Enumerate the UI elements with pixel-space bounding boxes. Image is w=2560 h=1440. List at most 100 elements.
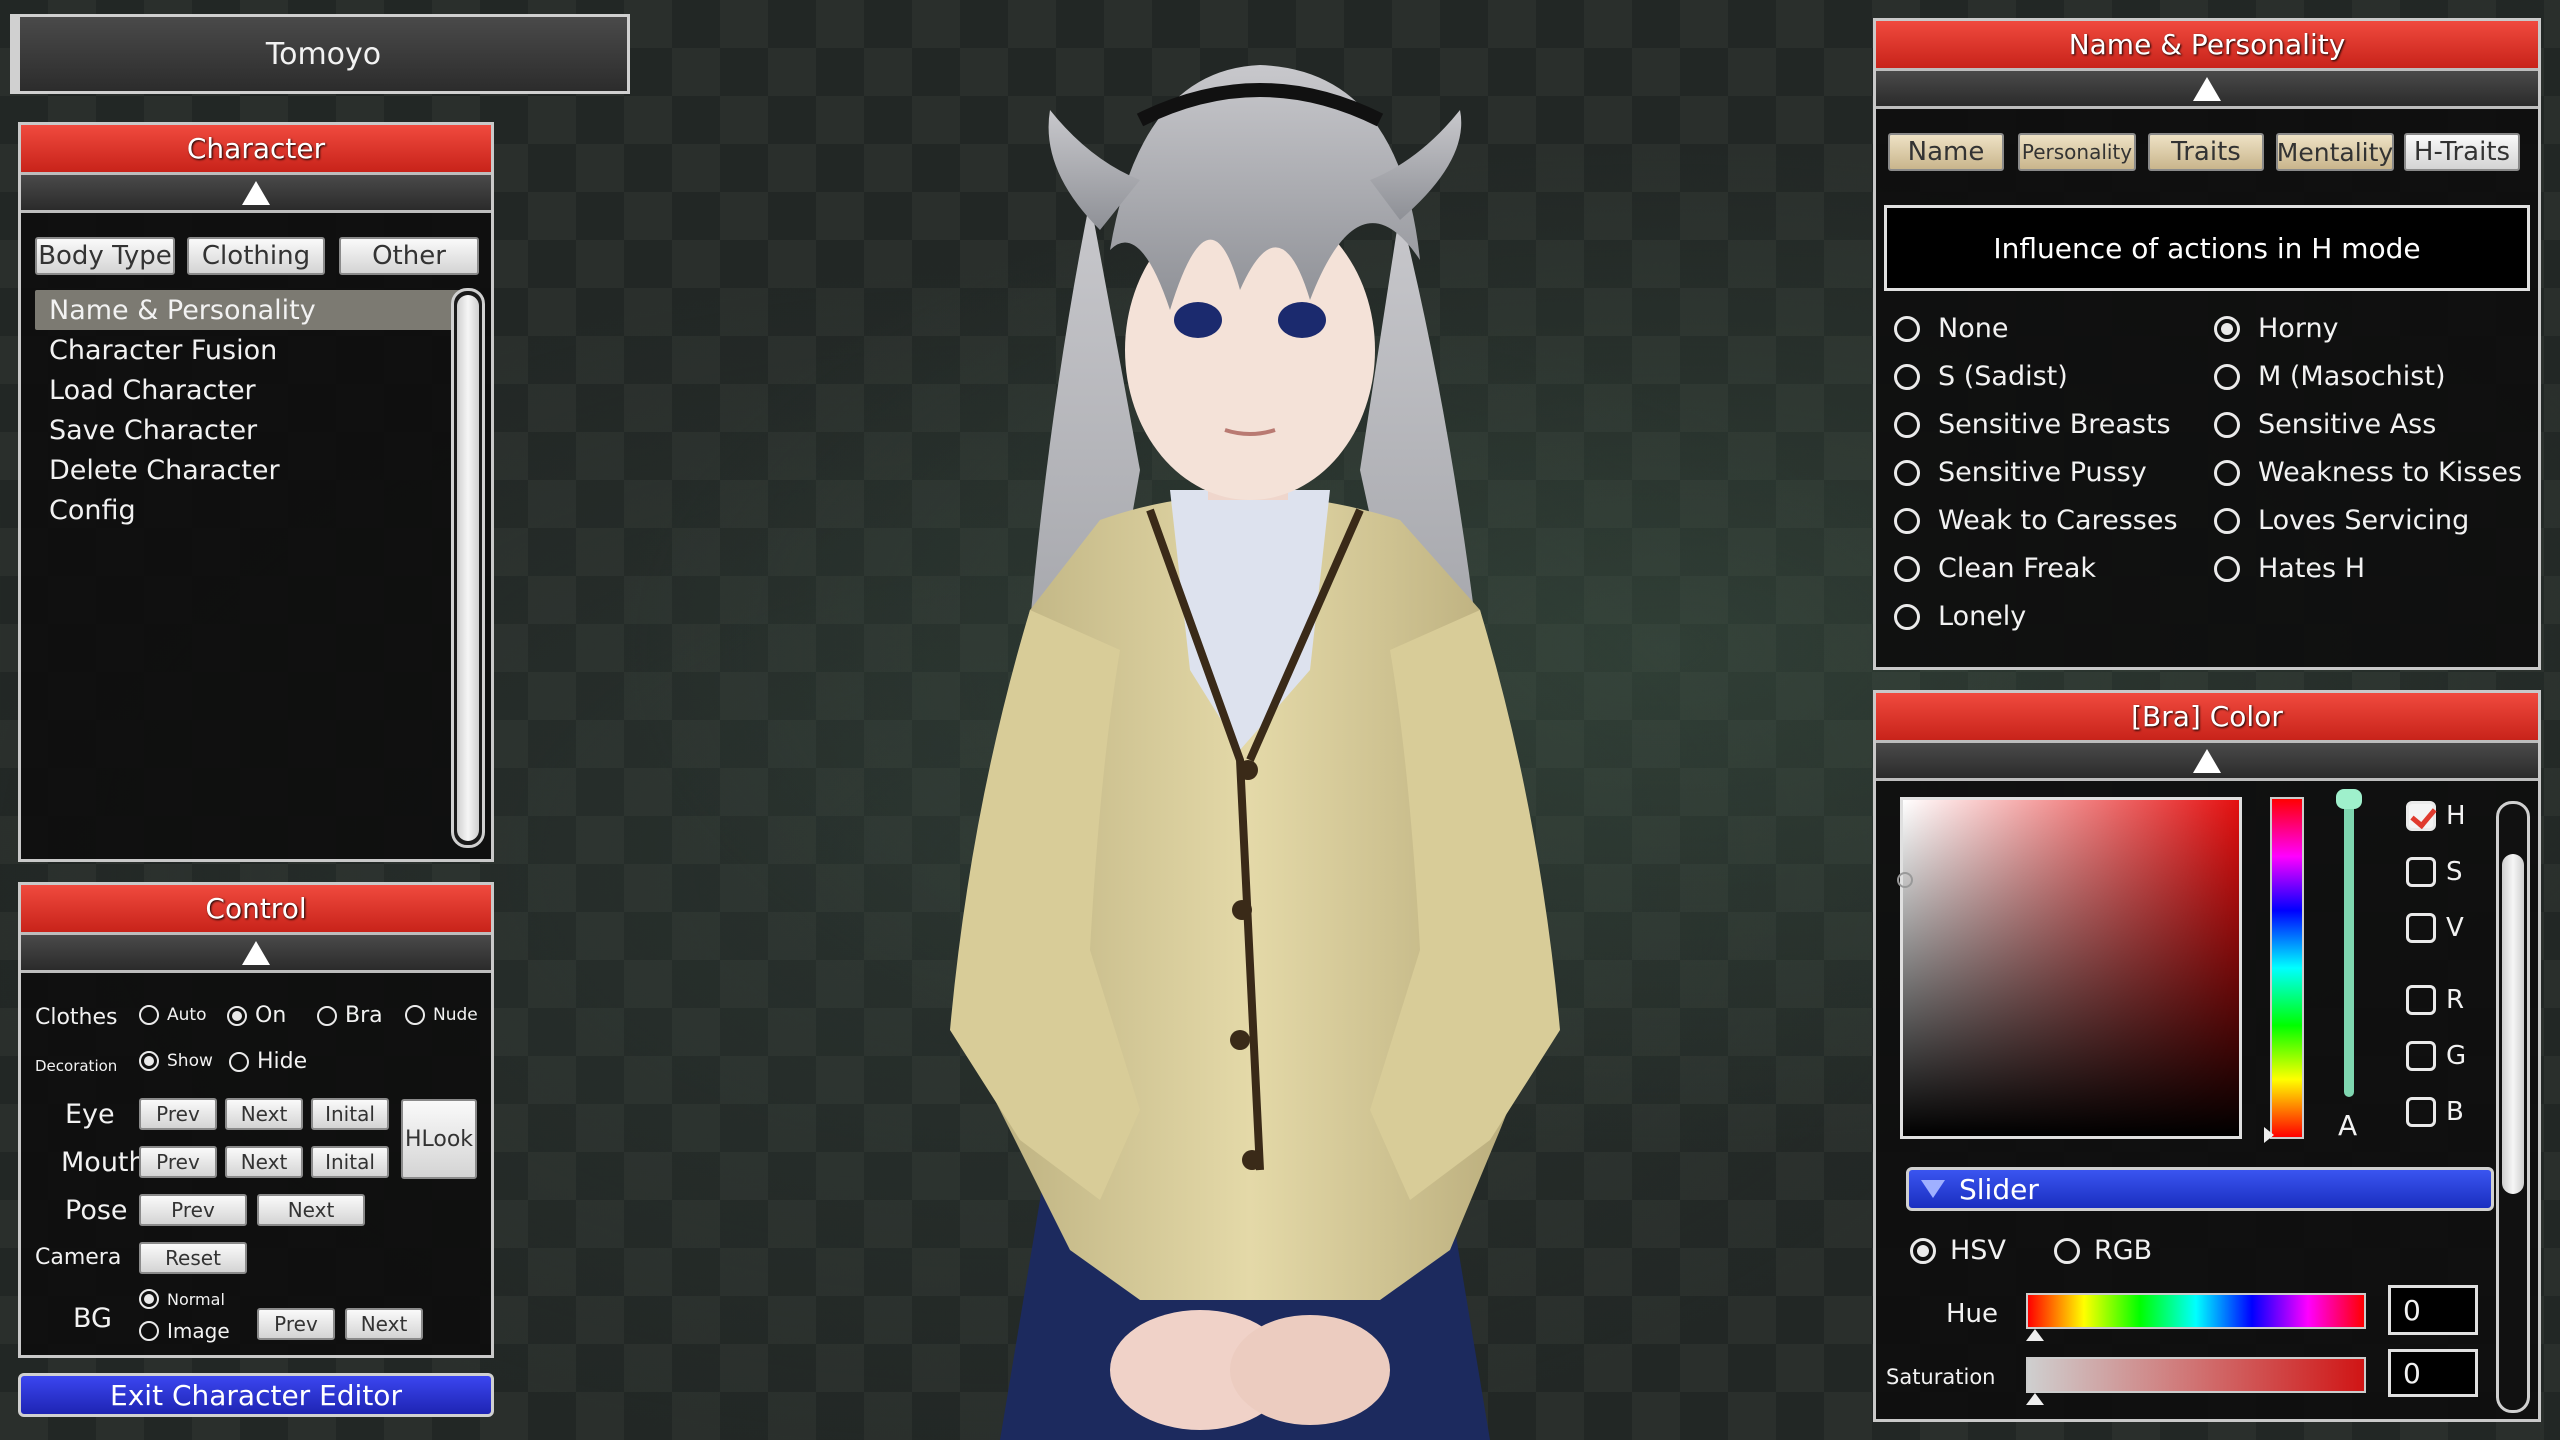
channel-g-checkbox[interactable]: G [2406,1041,2466,1071]
slider-handle-icon[interactable] [2026,1393,2044,1405]
picker-cursor[interactable] [1897,872,1913,888]
collapse-toggle[interactable] [21,175,491,213]
clothes-option-on[interactable]: On [227,1003,286,1028]
option-label: Hide [257,1049,308,1074]
radio-icon [139,1289,159,1309]
saturation-value-field[interactable]: 0 [2388,1349,2478,1397]
mode-hsv[interactable]: HSV [1910,1235,2006,1266]
color-panel-title: [Bra] Color [1876,693,2538,743]
bg-prev-button[interactable]: Prev [257,1308,335,1340]
mouth-next-button[interactable]: Next [225,1146,303,1178]
alpha-slider[interactable] [2344,797,2354,1097]
decoration-option-show[interactable]: Show [139,1051,213,1071]
bg-option-image[interactable]: Image [139,1319,230,1343]
exit-character-editor-button[interactable]: Exit Character Editor [18,1373,494,1417]
trait-clean-freak[interactable]: Clean Freak [1894,553,2096,584]
mouth-initial-button[interactable]: Inital [311,1146,389,1178]
trait-sensitive-pussy[interactable]: Sensitive Pussy [1894,457,2147,488]
slider-section-toggle[interactable]: Slider [1906,1167,2494,1211]
menu-save-character[interactable]: Save Character [35,410,461,450]
tab-clothing[interactable]: Clothing [187,237,325,275]
trait-lonely[interactable]: Lonely [1894,601,2026,632]
tab-other[interactable]: Other [339,237,479,275]
tab-name[interactable]: Name [1888,133,2004,171]
mouth-prev-button[interactable]: Prev [139,1146,217,1178]
menu-character-fusion[interactable]: Character Fusion [35,330,461,370]
pose-prev-button[interactable]: Prev [139,1194,247,1226]
trait-loves-servicing[interactable]: Loves Servicing [2214,505,2469,536]
alpha-label: A [2338,1109,2358,1142]
trait-hates-h[interactable]: Hates H [2214,553,2365,584]
trait-sadist[interactable]: S (Sadist) [1894,361,2068,392]
bg-next-button[interactable]: Next [345,1308,423,1340]
tab-mentality[interactable]: Mentality [2276,133,2394,171]
tab-traits[interactable]: Traits [2148,133,2264,171]
eye-initial-button[interactable]: Inital [311,1098,389,1130]
hue-strip[interactable] [2264,797,2304,1143]
scrollbar-thumb[interactable] [2502,854,2524,1194]
bg-option-normal[interactable]: Normal [139,1289,225,1309]
tab-h-traits[interactable]: H-Traits [2404,133,2520,171]
pose-next-button[interactable]: Next [257,1194,365,1226]
channel-label: G [2446,1041,2467,1071]
character-name-tab: Tomoyo [10,14,630,94]
camera-reset-button[interactable]: Reset [139,1242,247,1274]
menu-config[interactable]: Config [35,490,461,530]
clothes-option-bra[interactable]: Bra [317,1003,383,1028]
alpha-slider-handle[interactable] [2336,789,2362,809]
slider-handle-icon[interactable] [2026,1329,2044,1341]
channel-r-checkbox[interactable]: R [2406,985,2464,1015]
color-panel-scrollbar[interactable] [2496,801,2530,1413]
channel-v-checkbox[interactable]: V [2406,913,2464,943]
radio-icon [1894,315,1920,342]
trait-masochist[interactable]: M (Masochist) [2214,361,2445,392]
collapse-toggle[interactable] [21,935,491,973]
saturation-value-picker[interactable] [1897,797,2242,1139]
collapse-arrow-icon [242,180,270,205]
hue-slider[interactable] [2026,1293,2366,1341]
collapse-toggle[interactable] [1876,743,2538,781]
trait-horny[interactable]: Horny [2214,313,2339,344]
trait-sensitive-breasts[interactable]: Sensitive Breasts [1894,409,2171,440]
character-panel-title: Character [21,125,491,175]
radio-icon [1894,411,1920,438]
saturation-label: Saturation [1886,1365,1996,1389]
expand-arrow-icon [1921,1180,1945,1198]
menu-load-character[interactable]: Load Character [35,370,461,410]
tab-personality[interactable]: Personality [2018,133,2136,171]
trait-label: Horny [2258,313,2339,344]
collapse-arrow-icon [2193,748,2221,773]
clothes-option-nude[interactable]: Nude [405,1005,478,1025]
menu-scrollbar[interactable] [451,288,485,848]
mode-rgb[interactable]: RGB [2054,1235,2152,1266]
radio-icon [2214,363,2240,390]
trait-weakness-to-kisses[interactable]: Weakness to Kisses [2214,457,2522,488]
option-label: Nude [433,1005,478,1025]
channel-h-checkbox[interactable]: H [2406,801,2466,831]
trait-label: Lonely [1938,601,2027,632]
eye-next-button[interactable]: Next [225,1098,303,1130]
saturation-slider[interactable] [2026,1357,2366,1405]
hue-value-field[interactable]: 0 [2388,1285,2478,1335]
trait-label: Weakness to Kisses [2258,457,2523,488]
hlook-button[interactable]: HLook [401,1099,477,1179]
eye-prev-button[interactable]: Prev [139,1098,217,1130]
mouth-label: Mouth [61,1147,146,1178]
tab-body-type[interactable]: Body Type [35,237,175,275]
scrollbar-thumb[interactable] [457,295,479,841]
menu-name-personality[interactable]: Name & Personality [35,290,461,330]
trait-none[interactable]: None [1894,313,2008,344]
checkbox-icon [2406,1041,2436,1071]
pose-label: Pose [65,1195,128,1226]
collapse-toggle[interactable] [1876,71,2538,109]
clothes-option-auto[interactable]: Auto [139,1005,206,1025]
decoration-option-hide[interactable]: Hide [229,1049,307,1074]
hue-marker-icon[interactable] [2264,1127,2274,1143]
channel-b-checkbox[interactable]: B [2406,1097,2464,1127]
trait-label: S (Sadist) [1938,361,2068,392]
control-panel-title: Control [21,885,491,935]
menu-delete-character[interactable]: Delete Character [35,450,461,490]
trait-sensitive-ass[interactable]: Sensitive Ass [2214,409,2436,440]
channel-s-checkbox[interactable]: S [2406,857,2463,887]
trait-weak-to-caresses[interactable]: Weak to Caresses [1894,505,2178,536]
